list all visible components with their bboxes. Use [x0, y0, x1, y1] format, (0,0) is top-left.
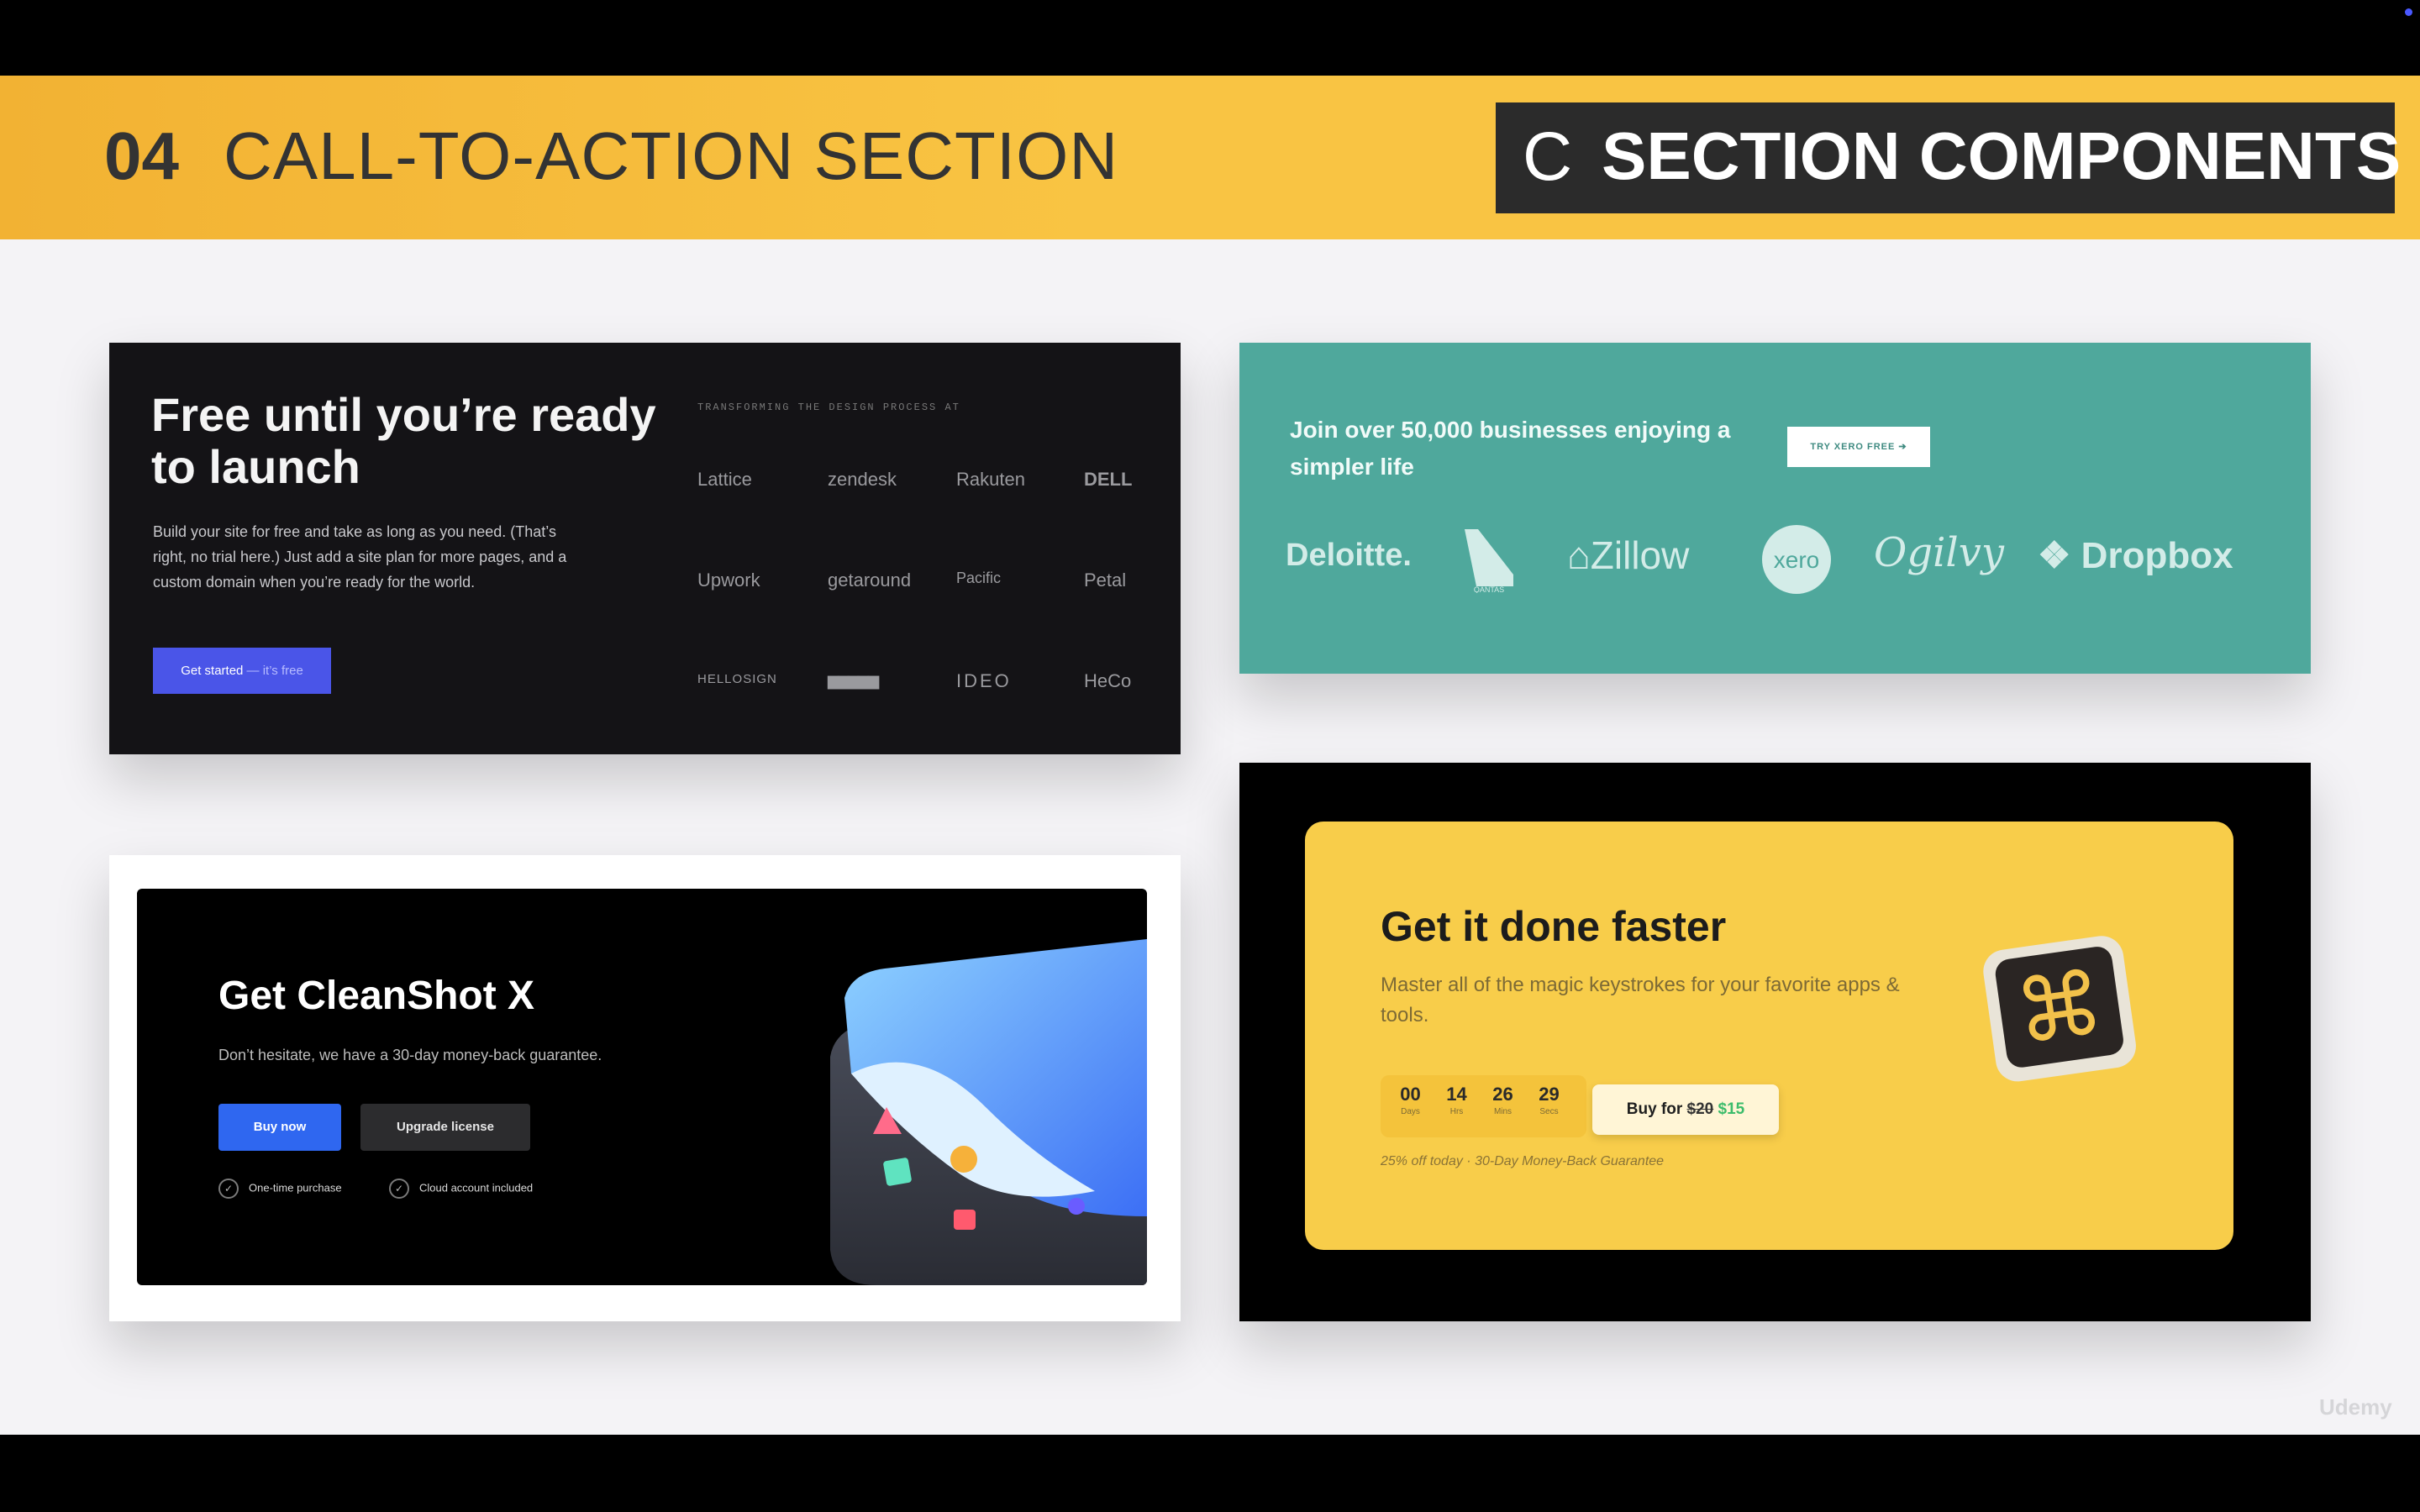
new-price: $15 [1718, 1100, 1745, 1118]
card-body: Build your site for free and take as lon… [153, 523, 567, 591]
timer-seconds: 29 Secs [1539, 1084, 1560, 1116]
buy-now-button[interactable]: Buy now [218, 1104, 341, 1151]
cleanshot-app-icon [826, 939, 1147, 1285]
card-subtitle: Don’t hesitate, we have a 30-day money-b… [218, 1047, 602, 1063]
logo-getaround: getaround [828, 570, 912, 591]
timer-days: 00 Days [1400, 1084, 1421, 1116]
logo-qantas: QANTAS [1474, 585, 1504, 593]
dropbox-icon: ❖ [2038, 535, 2081, 576]
logo-zendesk: zendesk [828, 469, 897, 490]
card-headline: Join over 50,000 businesses enjoying a s… [1290, 417, 1731, 480]
cta-card-keystrokes: Get it done faster Master all of the mag… [1239, 763, 2311, 1321]
top-letterbox [0, 0, 2420, 76]
card-subtitle: Master all of the magic keystrokes for y… [1381, 974, 1900, 1026]
logo-hellosign: HELLOSIGN [697, 672, 777, 686]
section-title: CALL-TO-ACTION SECTION [224, 118, 1119, 193]
keystrokes-panel: Get it done faster Master all of the mag… [1305, 822, 2233, 1250]
logo-deloitte: Deloitte. [1286, 538, 1412, 573]
buy-button[interactable]: Buy for $20 $15 [1592, 1084, 1779, 1135]
logo-petal: Petal [1084, 570, 1127, 591]
bottom-letterbox [0, 1435, 2420, 1512]
check-icon: ✓ [389, 1179, 409, 1199]
logo-block: ▆▆▆▆▆ [828, 672, 879, 689]
logos-overline: TRANSFORMING THE DESIGN PROCESS AT [697, 402, 960, 413]
svg-text:⌘: ⌘ [2009, 951, 2110, 1064]
qantas-icon: QANTAS [1460, 526, 1518, 594]
upgrade-license-button[interactable]: Upgrade license [360, 1104, 530, 1151]
check-item: ✓ Cloud account included [389, 1179, 533, 1199]
cta-card-xero: Join over 50,000 businesses enjoying a s… [1239, 343, 2311, 674]
section-badge-title: SECTION COMPONENTS [1602, 118, 2402, 193]
logo-xero: xero [1773, 547, 1820, 573]
try-xero-button[interactable]: TRY XERO FREE ➔ [1787, 427, 1930, 467]
zillow-mark-icon: ⌂ [1567, 533, 1591, 577]
cta-card-cleanshot: Get CleanShot X Don’t hesitate, we have … [109, 855, 1181, 1321]
logo-upwork: Upwork [697, 570, 760, 591]
logo-rakuten: Rakuten [956, 469, 1025, 490]
section-badge-letter: C [1523, 118, 1573, 195]
card-title: Free until you’re ready to launch [151, 388, 656, 493]
cleanshot-panel: Get CleanShot X Don’t hesitate, we have … [137, 889, 1147, 1285]
card-title: Get it done faster [1381, 903, 1727, 950]
section-number: 04 [104, 118, 179, 193]
get-started-button[interactable]: Get started — it’s free [153, 648, 331, 694]
timer-minutes: 26 Mins [1492, 1084, 1513, 1116]
guarantee-note: 25% off today · 30-Day Money-Back Guaran… [1381, 1154, 1665, 1168]
udemy-watermark: Udemy [2319, 1394, 2392, 1420]
cta-card-free-launch: Free until you’re ready to launch Build … [109, 343, 1181, 754]
old-price: $20 [1686, 1100, 1714, 1118]
check-icon: ✓ [218, 1179, 239, 1199]
logo-lattice: Lattice [697, 469, 752, 490]
logo-ideo: IDEO [956, 670, 1012, 691]
logo-heco: HeCo [1084, 670, 1132, 691]
command-key-icon: ⌘ [1977, 931, 2141, 1086]
card-title: Get CleanShot X [218, 974, 535, 1018]
countdown-timer: 00 Days 14 Hrs 26 Mins 29 Secs [1381, 1075, 1586, 1137]
button-label: Get started [181, 664, 244, 678]
logo-dropbox: ❖ Dropbox [2038, 535, 2233, 576]
logo-dell: DELL [1084, 469, 1133, 490]
check-item: ✓ One-time purchase [218, 1179, 342, 1199]
logo-ogilvy: Ogilvy [1874, 529, 2005, 576]
logo-zillow: ⌂Zillow [1567, 533, 1690, 577]
button-label-suffix: — it’s free [243, 664, 303, 678]
logo-pacific: Pacific [956, 570, 1002, 586]
indicator-dot [2405, 8, 2412, 16]
timer-hours: 14 Hrs [1446, 1084, 1467, 1116]
